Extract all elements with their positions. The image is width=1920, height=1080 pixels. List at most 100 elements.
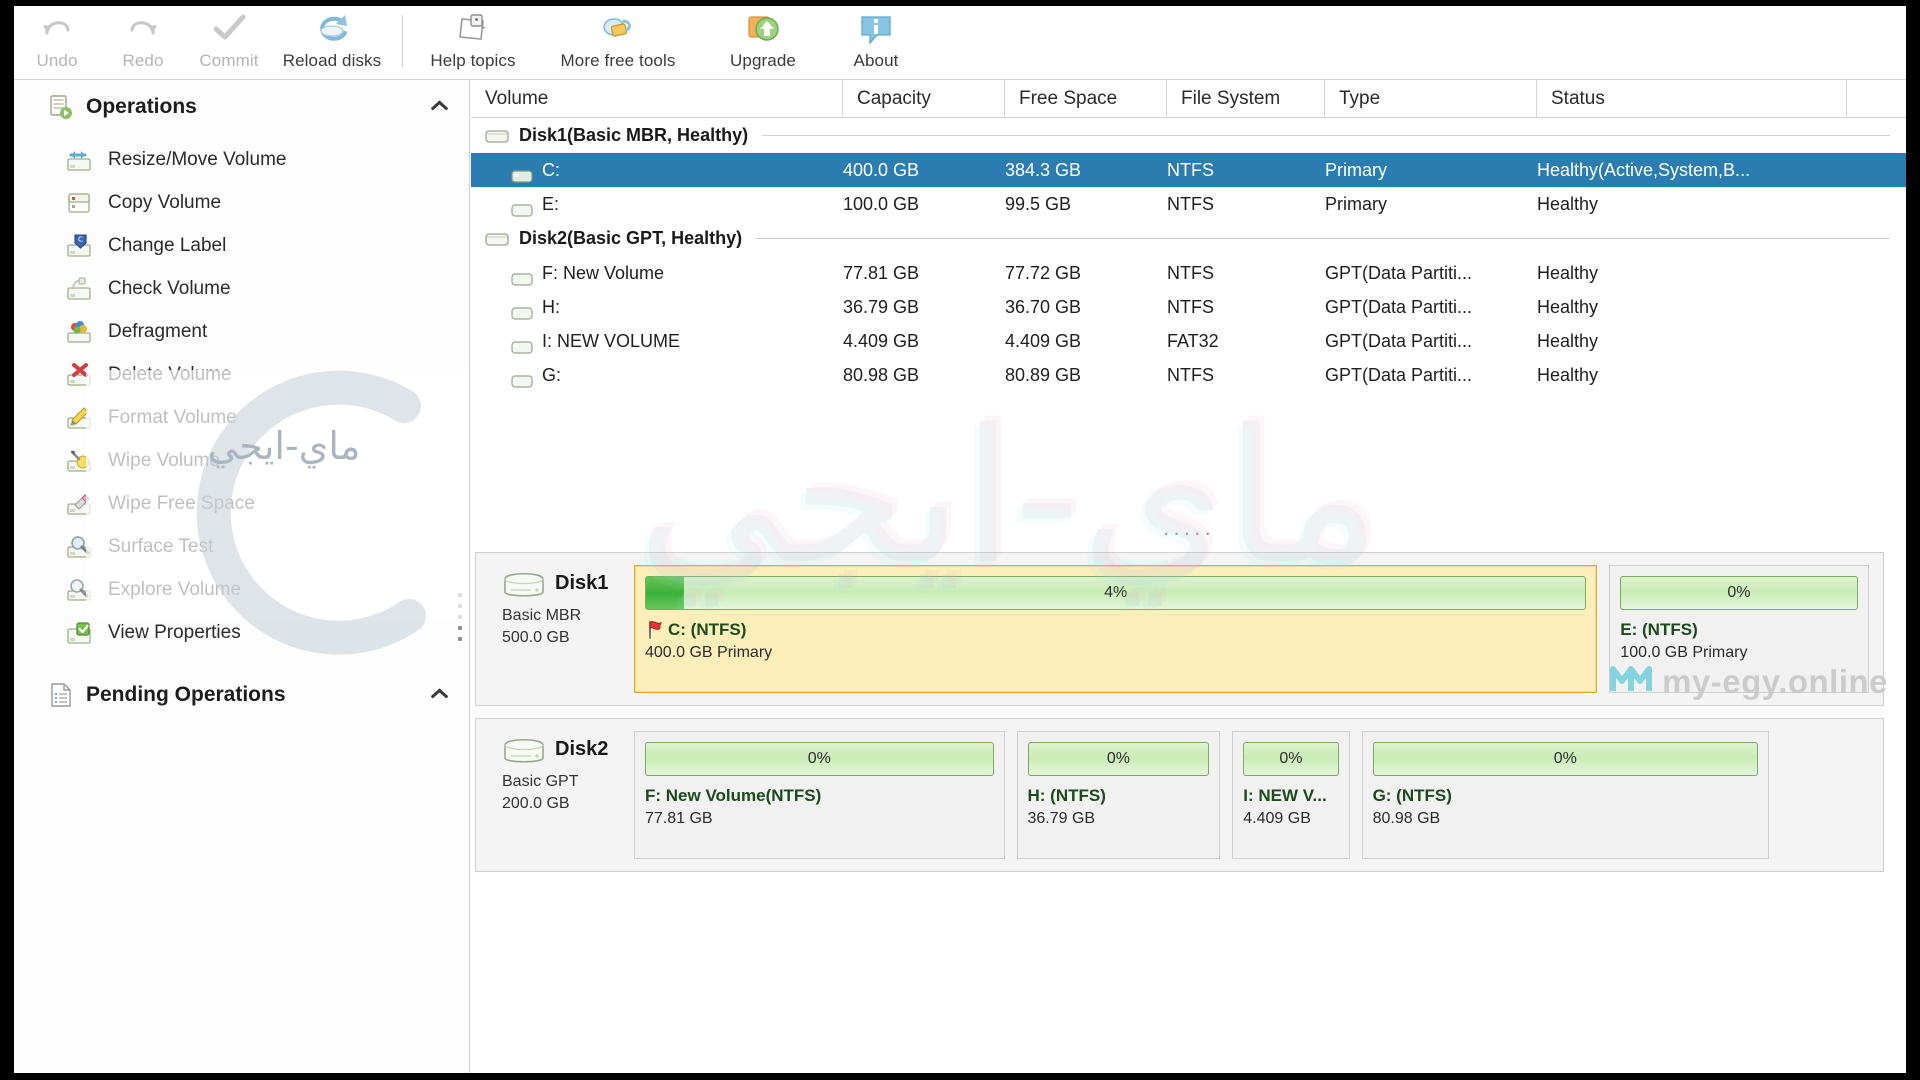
upgrade-button[interactable]: Upgrade xyxy=(703,6,823,79)
surface-test-icon xyxy=(66,535,94,559)
disk-map-panel-disk2[interactable]: Disk2 Basic GPT 200.0 GB 0% F: New Volum… xyxy=(475,718,1884,872)
table-row[interactable]: E: 100.0 GB 99.5 GB NTFS Primary Healthy xyxy=(471,187,1906,221)
column-header-volume[interactable]: Volume xyxy=(471,79,843,118)
column-header-free-space[interactable]: Free Space xyxy=(1005,79,1167,118)
help-topics-button[interactable]: Help topics xyxy=(413,6,533,79)
column-header-capacity[interactable]: Capacity xyxy=(843,79,1005,118)
more-free-tools-label: More free tools xyxy=(560,51,676,70)
volume-table: Volume Capacity Free Space File System T… xyxy=(471,79,1906,555)
cell-volume-text: F: New Volume xyxy=(542,263,665,283)
sidebar-item-view-properties[interactable]: View Properties xyxy=(14,611,469,654)
column-header-file-system[interactable]: File System xyxy=(1167,79,1325,118)
partition-block-i[interactable]: 0% I: NEW V... 4.409 GB xyxy=(1232,731,1350,859)
volume-icon xyxy=(511,196,533,217)
chevron-up-icon[interactable] xyxy=(431,684,447,700)
usage-bar: 0% xyxy=(1027,742,1210,776)
about-button[interactable]: About xyxy=(823,6,929,79)
sidebar-item-copy-volume[interactable]: Copy Volume xyxy=(14,181,469,224)
upgrade-arrow-icon xyxy=(743,9,783,49)
cell-volume: C: xyxy=(471,153,843,187)
sidebar-item-defragment[interactable]: Defragment xyxy=(14,310,469,353)
sidebar-item-explore-volume[interactable]: Explore Volume xyxy=(14,568,469,611)
sidebar-item-format-volume[interactable]: Format Volume xyxy=(14,396,469,439)
cell-volume-text: I: NEW VOLUME xyxy=(542,331,681,351)
table-row[interactable]: C: 400.0 GB 384.3 GB NTFS Primary Health… xyxy=(471,153,1906,187)
disk-map-panel-disk1[interactable]: Disk1 Basic MBR 500.0 GB 4% C: (NTFS) 40… xyxy=(458,552,1884,706)
volume-icon xyxy=(511,265,533,286)
operations-icon xyxy=(48,94,74,120)
help-topics-label: Help topics xyxy=(430,51,516,70)
cell-volume: I: NEW VOLUME xyxy=(471,324,843,358)
undo-button[interactable]: Undo xyxy=(14,6,100,79)
disk-group-rule xyxy=(762,135,1890,136)
partition-strip: 0% F: New Volume(NTFS) 77.81 GB 0% H: (N… xyxy=(634,719,1883,871)
cell-capacity: 100.0 GB xyxy=(843,194,920,214)
partition-block-h[interactable]: 0% H: (NTFS) 36.79 GB xyxy=(1016,731,1221,859)
usage-percent-label: 0% xyxy=(1727,584,1751,601)
column-header-type[interactable]: Type xyxy=(1325,79,1537,118)
usage-bar: 0% xyxy=(645,742,994,776)
partition-block-c[interactable]: 4% C: (NTFS) 400.0 GB Primary xyxy=(634,565,1598,693)
table-row[interactable]: H: 36.79 GB 36.70 GB NTFS GPT(Data Parti… xyxy=(471,290,1906,324)
cell-volume-text: G: xyxy=(542,365,562,385)
sidebar-item-label: Defragment xyxy=(108,320,208,342)
usage-percent-label: 0% xyxy=(1553,750,1577,767)
disk-map-area: Disk1 Basic MBR 500.0 GB 4% C: (NTFS) 40… xyxy=(458,552,1906,884)
redo-label: Redo xyxy=(122,51,164,70)
table-row[interactable]: G: 80.98 GB 80.89 GB NTFS GPT(Data Parti… xyxy=(471,358,1906,392)
partition-block-f[interactable]: 0% F: New Volume(NTFS) 77.81 GB xyxy=(634,731,1005,859)
cell-capacity: 4.409 GB xyxy=(843,331,920,351)
cell-status: Healthy xyxy=(1537,297,1599,317)
disk-group-row[interactable]: Disk1(Basic MBR, Healthy) xyxy=(471,118,1906,153)
cell-file-system: FAT32 xyxy=(1167,331,1219,351)
more-free-tools-button[interactable]: More free tools xyxy=(533,6,703,79)
sidebar-item-delete-volume[interactable]: Delete Volume xyxy=(14,353,469,396)
cell-status: Healthy xyxy=(1537,194,1599,214)
sidebar-item-label: View Properties xyxy=(108,621,241,643)
sidebar-item-resize-move-volume[interactable]: Resize/Move Volume xyxy=(14,138,469,181)
sidebar-item-change-label[interactable]: C Change Label xyxy=(14,224,469,267)
partition-size: 4.409 GB xyxy=(1243,810,1311,827)
sidebar-item-label: Wipe Volume xyxy=(108,449,220,471)
wipe-free-space-icon xyxy=(66,492,94,516)
cell-volume: H: xyxy=(471,290,843,324)
chevron-up-icon[interactable] xyxy=(431,96,447,112)
disk-map-icon xyxy=(502,733,546,765)
reload-disks-button[interactable]: Reload disks xyxy=(272,6,392,79)
toolbar-separator xyxy=(402,15,403,67)
svg-text:C: C xyxy=(78,235,83,243)
pending-operations-icon xyxy=(48,682,74,708)
check-volume-icon xyxy=(66,276,94,301)
toolbox-icon xyxy=(598,9,638,49)
partition-size: 100.0 GB Primary xyxy=(1620,644,1748,661)
disk-map-size: 500.0 GB xyxy=(502,628,570,646)
sidebar-item-wipe-volume[interactable]: Wipe Volume xyxy=(14,439,469,482)
undo-arrow-icon xyxy=(37,9,77,49)
sidebar-item-wipe-free-space[interactable]: Wipe Free Space xyxy=(14,482,469,525)
column-header-status[interactable]: Status xyxy=(1537,79,1847,118)
table-row[interactable]: F: New Volume 77.81 GB 77.72 GB NTFS GPT… xyxy=(471,256,1906,290)
resize-move-icon xyxy=(66,148,94,172)
operations-panel-header[interactable]: Operations xyxy=(14,80,469,134)
cell-free-space: 77.72 GB xyxy=(1005,263,1082,283)
cell-type: GPT(Data Partiti... xyxy=(1325,331,1473,351)
table-row[interactable]: I: NEW VOLUME 4.409 GB 4.409 GB FAT32 GP… xyxy=(471,324,1906,358)
sidebar-item-surface-test[interactable]: Surface Test xyxy=(14,525,469,568)
cell-type: GPT(Data Partiti... xyxy=(1325,297,1473,317)
cell-capacity: 80.98 GB xyxy=(843,365,920,385)
sidebar-item-label: Surface Test xyxy=(108,535,214,557)
pending-operations-panel-header[interactable]: Pending Operations xyxy=(14,668,469,722)
sidebar-item-check-volume[interactable]: Check Volume xyxy=(14,267,469,310)
cell-free-space: 80.89 GB xyxy=(1005,365,1082,385)
defragment-icon xyxy=(66,320,94,344)
splitter-handle[interactable]: ····· xyxy=(471,520,1906,546)
drag-grip[interactable] xyxy=(458,593,464,663)
commit-button[interactable]: Commit xyxy=(186,6,272,79)
partition-block-g[interactable]: 0% G: (NTFS) 80.98 GB xyxy=(1361,731,1770,859)
disk-group-row[interactable]: Disk2(Basic GPT, Healthy) xyxy=(471,221,1906,256)
system-flag-icon xyxy=(645,620,665,640)
cell-volume: G: xyxy=(471,358,843,392)
redo-button[interactable]: Redo xyxy=(100,6,186,79)
cell-file-system: NTFS xyxy=(1167,365,1214,385)
partition-block-e[interactable]: 0% E: (NTFS) 100.0 GB Primary xyxy=(1609,565,1869,693)
